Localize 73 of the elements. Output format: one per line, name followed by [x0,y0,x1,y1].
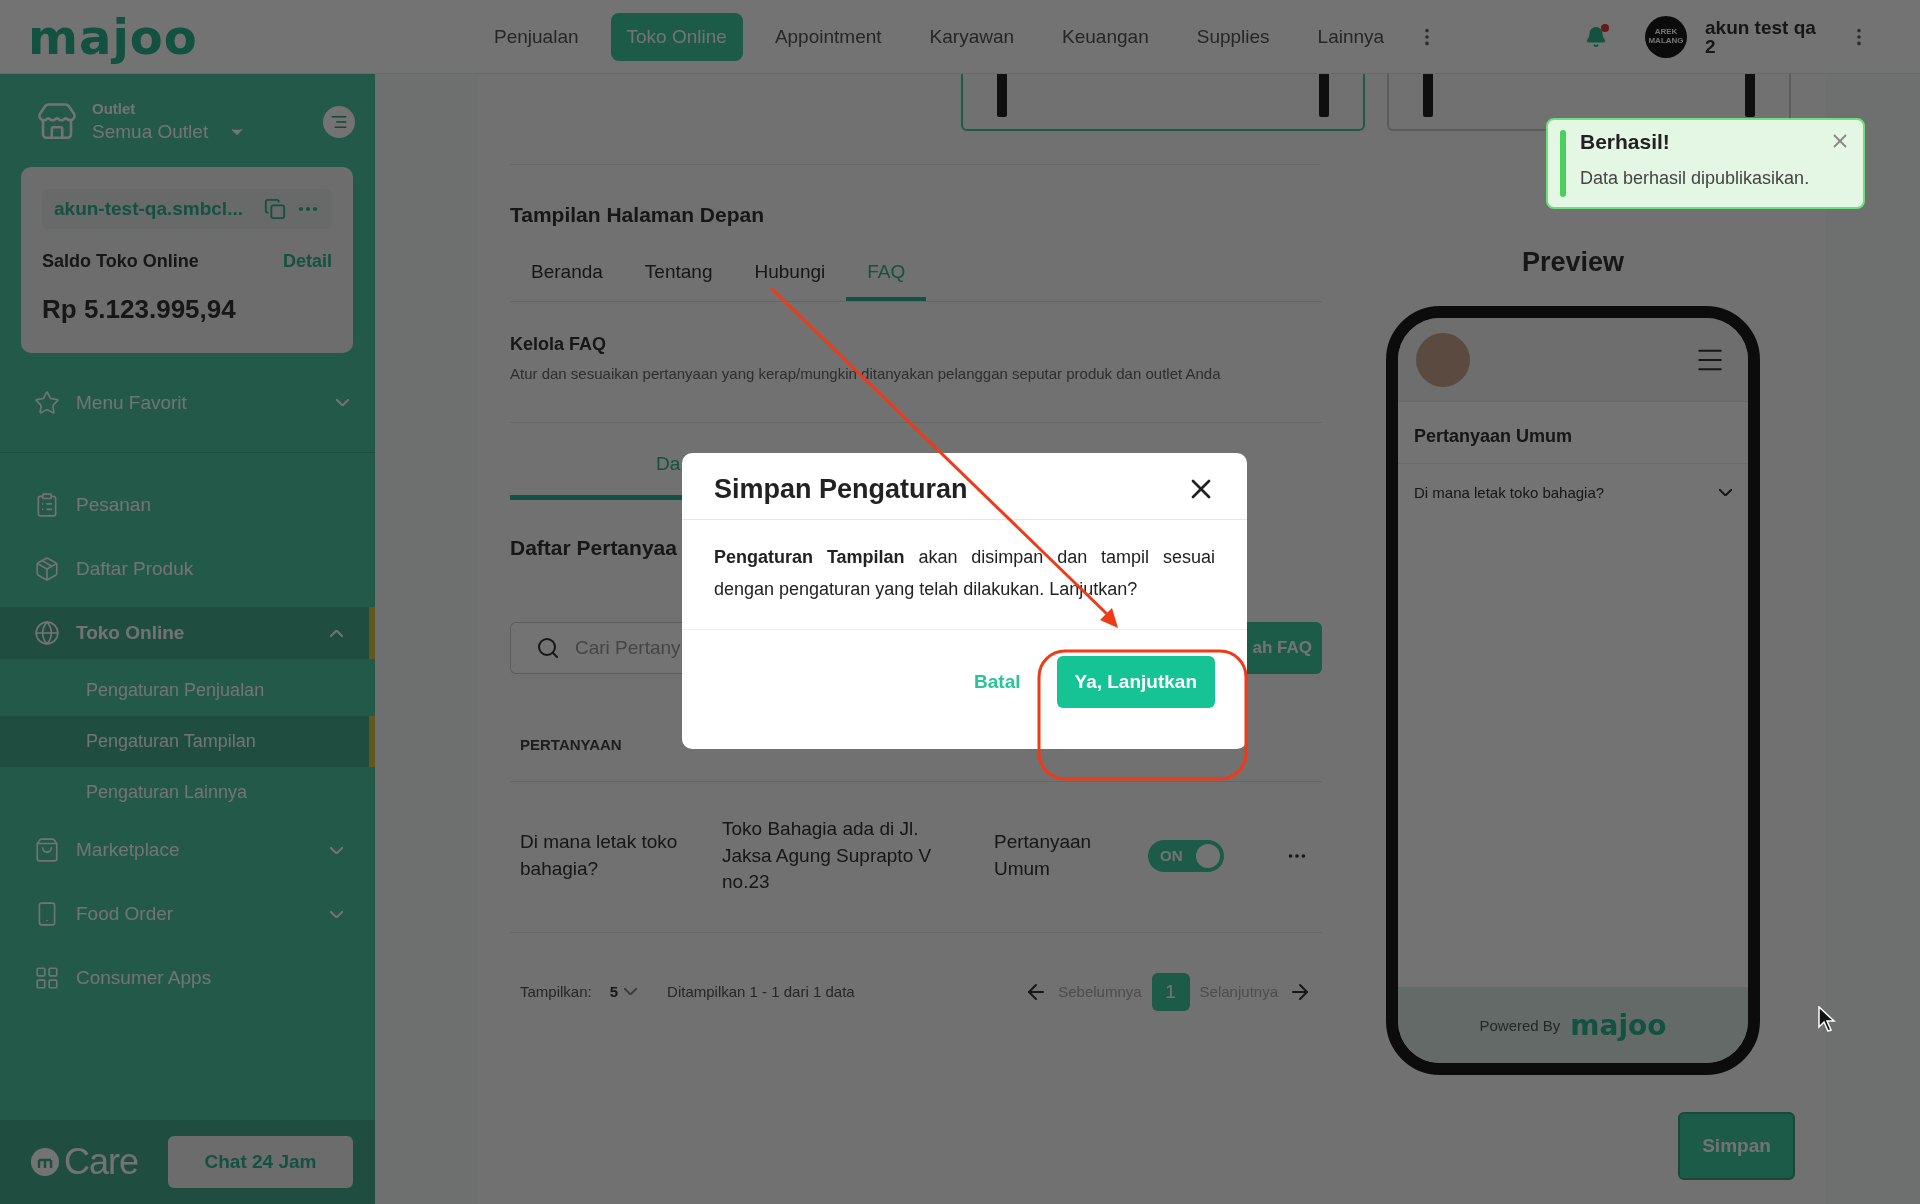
nav-tab[interactable]: Appointment [758,12,898,61]
preview-title: Preview [1521,247,1625,278]
faq-title: Kelola FAQ [510,334,608,355]
chevron-down-icon [336,399,349,406]
globe-icon [34,620,60,646]
majoo-logo: majoo [1570,1008,1667,1042]
chevron-down-icon [624,988,638,996]
save-button[interactable]: Simpan [1678,1112,1795,1180]
care-mark-icon [30,1147,60,1177]
preview-question: Di mana letak toko bahagia? [1414,484,1605,501]
chevron-down-icon [330,910,343,918]
outlet-label: Outlet [92,100,137,117]
nav-tab[interactable]: Toko Online [610,12,743,61]
chevron-up-icon [330,629,343,637]
sidebar-subitem[interactable]: Pengaturan Penjualan [0,665,375,716]
sidebar-item[interactable]: Pesanan [0,479,375,531]
user-name: akun test qa 2 [1705,17,1817,56]
user-avatar[interactable]: AREK MALANG [1645,15,1687,58]
star-icon [34,389,60,416]
page-button[interactable]: 1 [1151,972,1190,1011]
dialog-title: Simpan Pengaturan [714,473,968,505]
copy-icon[interactable] [264,198,286,220]
balance-label: Saldo Toko Online [42,251,199,272]
toast-title: Berhasil! [1580,130,1671,154]
sidebar-item[interactable]: Food Order [0,888,375,940]
bag-icon [34,837,60,863]
nav-tab[interactable]: Supplies [1180,12,1286,61]
table-cell-text: Di mana letak toko bahagia? [520,830,679,881]
template-thumbnail[interactable] [961,74,1365,131]
chevron-down-icon [330,846,343,854]
store-domain-field: akun-test-qa.smbcl... [42,189,332,229]
list-title: Daftar Pertanyaa [510,536,677,560]
chat-button[interactable]: Chat 24 Jam [168,1136,353,1188]
chevron-down-icon [1719,489,1732,496]
page-tab[interactable]: Hubungi [733,249,847,301]
nav-tab[interactable]: Keuangan [1046,12,1165,61]
search-icon [536,636,560,660]
sidebar-item[interactable]: Toko Online [0,607,375,659]
detail-link[interactable]: Detail [282,251,332,272]
confirm-button[interactable]: Ya, Lanjutkan [1056,656,1215,708]
page-tab[interactable]: FAQ [846,249,927,301]
balance-amount: Rp 5.123.995,94 [42,294,237,325]
faq-description: Atur dan sesuaikan pertanyaan yang kerap/mungkin ditanyakan pelanggan seputar produk dan outlet Anda [510,365,1222,382]
box-icon [34,556,60,582]
toast-message: Data berhasil dipublikasikan. [1580,168,1811,189]
grid-icon [34,965,60,991]
preview-category: Pertanyaan Umum [1398,402,1748,464]
care-logo: Care [30,1141,139,1183]
nav-tab[interactable]: Lainnya [1301,12,1401,61]
add-faq-button[interactable]: ah FAQ [1247,622,1322,674]
sidebar-item[interactable]: Marketplace [0,824,375,876]
collapse-sidebar-button[interactable] [323,105,355,138]
section-title: Tampilan Halaman Depan [510,203,765,227]
page-size-label: Tampilkan: [520,983,592,1001]
page-size-select[interactable]: 5 [603,982,644,1002]
sidebar-item[interactable]: Daftar Produk [0,543,375,595]
table-cell-text: Pertanyaan Umum [994,830,1093,881]
sidebar-subitem[interactable]: Pengaturan Lainnya [0,767,375,818]
outlet-select[interactable]: Semua Outlet [92,121,309,143]
photo-placeholder [1416,332,1470,387]
favorites-menu[interactable]: Menu Favorit [0,353,375,453]
nav-tab[interactable]: Penjualan [478,12,595,61]
publish-toggle[interactable]: ON [1148,839,1224,872]
powered-by-label: Powered By [1479,1016,1561,1034]
page-tab[interactable]: Beranda [510,249,624,301]
pagination-summary: Ditampilkan 1 - 1 dari 1 data [667,983,855,1001]
nav-tab[interactable]: Karyawan [913,12,1031,61]
page-tab[interactable]: Tentang [623,249,734,301]
sidebar-subitem[interactable]: Pengaturan Tampilan [0,716,375,767]
cancel-button[interactable]: Batal [974,671,1021,693]
table-cell-text: Toko Bahagia ada di Jl. Jaksa Agung Suprapto V no.23 [722,817,933,895]
sidebar-item[interactable]: Consumer Apps [0,952,375,1004]
notification-bell-icon[interactable] [1585,25,1607,48]
